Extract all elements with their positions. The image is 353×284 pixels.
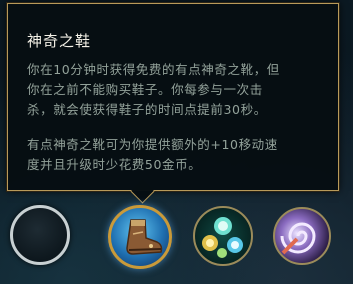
rune-tooltip-screen: 神奇之鞋 你在10分钟时获得免费的有点神奇之靴，但 你在之前不能购买鞋子。你每参… [0,0,353,284]
rune-title: 神奇之鞋 [27,32,92,50]
rune-tooltip: 神奇之鞋 你在10分钟时获得免费的有点神奇之靴，但 你在之前不能购买鞋子。你每参… [7,3,339,191]
rune-detail: 有点神奇之靴可为你提供额外的+10移动速 度并且升级时少花费50金币。 [27,135,327,175]
magical-footwear-icon[interactable] [108,205,172,269]
rune-description-line: 你在10分钟时获得免费的有点神奇之靴，但 [27,62,280,77]
rune-description-line: 你在之前不能购买鞋子。你每参与一次击 [27,82,263,97]
spiral-icon[interactable] [273,207,331,265]
rune-description: 你在10分钟时获得免费的有点神奇之靴，但 你在之前不能购买鞋子。你每参与一次击 … [27,60,323,120]
rune-detail-line: 有点神奇之靴可为你提供额外的+10移动速 [27,137,278,152]
rune-detail-line: 度并且升级时少花费50金币。 [27,157,202,172]
rune-description-line: 杀，就会使获得鞋子的时间点提前30秒。 [27,102,267,117]
empty-slot-icon[interactable] [10,205,70,265]
orbs-icon[interactable] [193,206,253,266]
